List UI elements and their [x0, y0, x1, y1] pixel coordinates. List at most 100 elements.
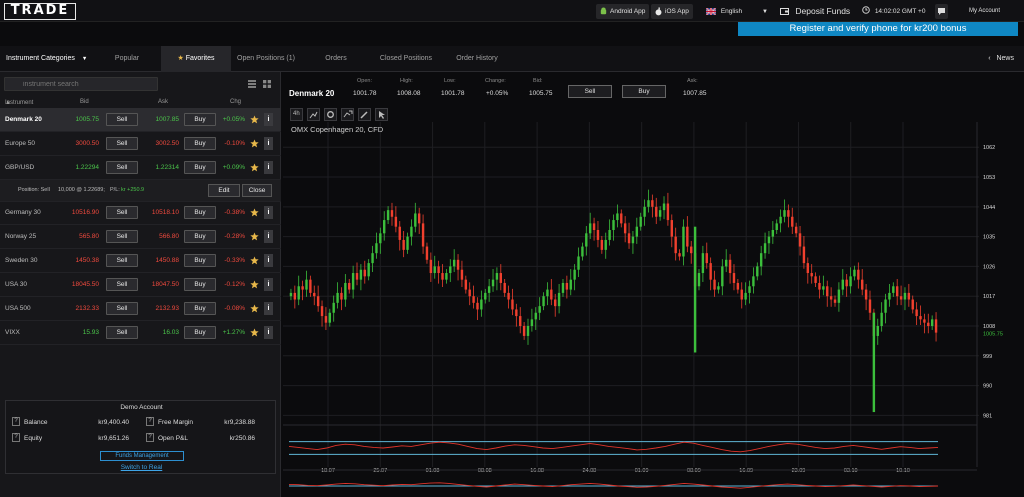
sell-button[interactable]: Sell — [106, 302, 138, 315]
sell-button[interactable]: Sell — [106, 326, 138, 339]
my-account-button[interactable]: My Account — [969, 4, 1000, 19]
candle-body — [557, 292, 561, 307]
sell-button[interactable]: Sell — [106, 254, 138, 267]
tab-orders[interactable]: Orders — [316, 46, 356, 72]
buy-button[interactable]: Buy — [184, 278, 216, 291]
instrument-row[interactable]: VIXX 15.93 Sell 16.03 Buy +1.27% i — [0, 321, 281, 345]
star-icon[interactable] — [250, 115, 259, 124]
info-button[interactable]: i — [264, 254, 273, 267]
quote-sell-button[interactable]: Sell — [568, 85, 612, 98]
candle-body — [767, 236, 771, 244]
tab-popular[interactable]: Popular — [106, 46, 148, 72]
equity-help-icon[interactable]: ? — [12, 433, 20, 442]
brand-logo[interactable]: TRADE — [4, 3, 76, 20]
info-button[interactable]: i — [264, 278, 273, 291]
instrument-row[interactable]: GBP/USD 1.22294 Sell 1.22314 Buy +0.09% i — [0, 156, 281, 180]
sell-button[interactable]: Sell — [106, 137, 138, 150]
language-selector[interactable]: English ▼ — [705, 4, 768, 19]
col-ask[interactable]: Ask — [158, 99, 168, 105]
buy-button[interactable]: Buy — [184, 230, 216, 243]
language-label: English — [720, 8, 743, 15]
cursor-tool[interactable] — [375, 108, 388, 121]
chart-type-tool[interactable] — [307, 108, 320, 121]
instrument-row[interactable]: USA 500 2132.33 Sell 2132.93 Buy -0.08% i — [0, 297, 281, 321]
open-pl-help-icon[interactable]: ? — [146, 433, 154, 442]
instrument-search-input[interactable] — [4, 77, 158, 91]
candle-body — [355, 273, 359, 280]
funds-management-button[interactable]: Funds Management — [100, 451, 184, 461]
candle-body — [620, 213, 623, 224]
ios-app-button[interactable]: iOS App — [651, 4, 693, 19]
instrument-row[interactable]: Denmark 20 1005.75 Sell 1007.85 Buy +0.05% i — [0, 108, 281, 132]
instrument-name: USA 30 — [5, 281, 28, 288]
col-bid[interactable]: Bid — [80, 99, 89, 105]
list-view-icon[interactable] — [247, 79, 257, 89]
sell-button[interactable]: Sell — [106, 230, 138, 243]
buy-button[interactable]: Buy — [184, 326, 216, 339]
candle-body — [674, 236, 677, 254]
grid-view-icon[interactable] — [262, 79, 272, 89]
info-button[interactable]: i — [264, 302, 273, 315]
android-icon — [600, 7, 607, 15]
star-icon[interactable] — [250, 280, 259, 289]
star-icon[interactable] — [250, 304, 259, 313]
sell-button[interactable]: Sell — [106, 113, 138, 126]
sell-button[interactable]: Sell — [106, 206, 138, 219]
news-button[interactable]: ‹ News — [988, 46, 1014, 72]
info-button[interactable]: i — [264, 206, 273, 219]
star-icon[interactable] — [250, 328, 259, 337]
instrument-row[interactable]: Europe 50 3000.50 Sell 3002.50 Buy -0.10% i — [0, 132, 281, 156]
deposit-funds-button[interactable]: Deposit Funds — [780, 4, 850, 19]
instrument-row[interactable]: Norway 25 565.80 Sell 566.80 Buy -0.28% i — [0, 225, 281, 249]
candle-body — [363, 269, 366, 277]
instrument-name: Germany 30 — [5, 209, 41, 216]
draw-tool[interactable] — [358, 108, 371, 121]
col-chg[interactable]: Chg — [230, 99, 241, 105]
bid-price: 3000.50 — [75, 140, 100, 147]
instrument-row[interactable]: Sweden 30 1450.38 Sell 1450.88 Buy -0.33% i — [0, 249, 281, 273]
buy-button[interactable]: Buy — [184, 137, 216, 150]
tab-closed-positions[interactable]: Closed Positions — [374, 46, 438, 72]
instrument-row[interactable]: Germany 30 10516.90 Sell 10518.10 Buy -0.38% i — [0, 201, 281, 225]
quote-buy-button[interactable]: Buy — [622, 85, 666, 98]
sell-button[interactable]: Sell — [106, 161, 138, 174]
buy-button[interactable]: Buy — [184, 113, 216, 126]
info-button[interactable]: i — [264, 113, 273, 126]
indicators-tool[interactable] — [341, 108, 354, 121]
buy-button[interactable]: Buy — [184, 254, 216, 267]
star-icon[interactable] — [250, 163, 259, 172]
info-button[interactable]: i — [264, 326, 273, 339]
buy-button[interactable]: Buy — [184, 206, 216, 219]
chat-button[interactable] — [935, 4, 948, 19]
timeframe-tool[interactable]: 4h — [290, 108, 303, 121]
candle-body — [853, 269, 856, 277]
instrument-row[interactable]: USA 30 18045.50 Sell 18047.50 Buy -0.12% i — [0, 273, 281, 297]
price-chart[interactable]: 18.07 25.07 01.08 08.08 16.08 24.08 01.09 08.09… — [283, 122, 1024, 497]
candle-body — [348, 282, 351, 290]
star-icon[interactable] — [250, 139, 259, 148]
buy-button[interactable]: Buy — [184, 161, 216, 174]
edit-position-button[interactable]: Edit — [208, 184, 240, 197]
close-position-button[interactable]: Close — [242, 184, 272, 197]
info-button[interactable]: i — [264, 230, 273, 243]
buy-button[interactable]: Buy — [184, 302, 216, 315]
star-icon[interactable] — [250, 208, 259, 217]
candle-body — [666, 203, 670, 221]
sell-button[interactable]: Sell — [106, 278, 138, 291]
star-icon[interactable] — [250, 232, 259, 241]
register-banner[interactable]: Register and verify phone for kr200 bonu… — [738, 22, 1018, 36]
info-button[interactable]: i — [264, 161, 273, 174]
candle-body — [806, 263, 810, 274]
android-app-button[interactable]: Android App — [596, 4, 650, 19]
tab-open-positions[interactable]: Open Positions (1) — [231, 46, 301, 72]
instrument-categories-dropdown[interactable]: Instrument Categories ▼ — [0, 46, 106, 72]
settings-tool[interactable] — [324, 108, 337, 121]
info-button[interactable]: i — [264, 137, 273, 150]
instrument-name: GBP/USD — [5, 164, 35, 171]
tab-favorites[interactable]: ★ Favorites — [161, 46, 231, 72]
tab-order-history[interactable]: Order History — [450, 46, 504, 72]
switch-to-real-link[interactable]: Switch to Real — [6, 464, 277, 471]
free-margin-help-icon[interactable]: ? — [146, 417, 154, 426]
star-icon[interactable] — [250, 256, 259, 265]
balance-help-icon[interactable]: ? — [12, 417, 20, 426]
